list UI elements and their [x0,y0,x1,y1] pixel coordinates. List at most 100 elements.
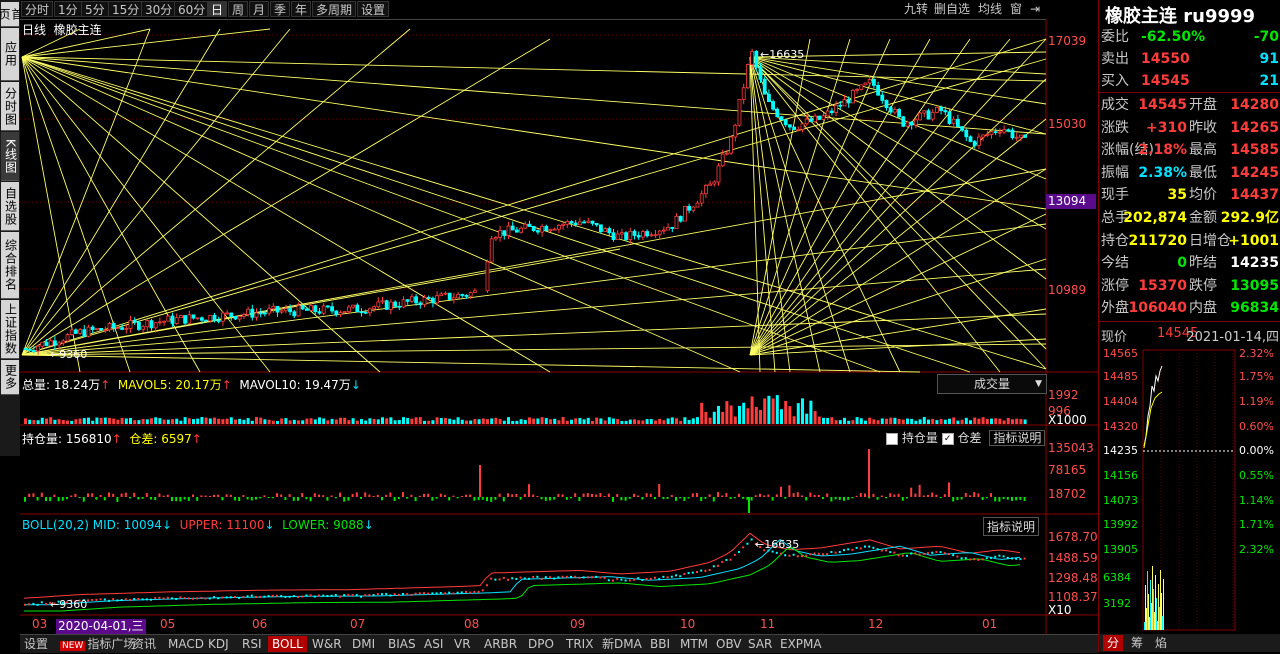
indicator-tab-18[interactable]: OBV [712,636,746,652]
quote-grid-value: 15370 [1138,277,1187,294]
left-nav-item-5[interactable]: 综合排名 [1,232,19,299]
month-tick-12: 12 [868,617,883,631]
period-tab-0[interactable]: 分时 [21,1,54,17]
chart-instrument-name: 橡胶主连 [53,23,102,37]
mini-axis-right-5: 0.55% [1239,469,1274,482]
quote-grid-value-2: 14585 [1230,142,1279,159]
indicator-tab-7[interactable]: W&R [308,636,346,652]
quote-tab-1[interactable]: 筹 [1127,635,1147,651]
now-price-date: 2021-01-14,四 [1186,330,1279,345]
quote-grid-row-2: 涨幅(结) 2.18% 最高 14585 [1101,139,1279,161]
quote-grid-value: +310 [1146,119,1187,136]
quote-grid-key: 振幅 [1101,164,1129,181]
oi-diff-value: 仓差: 6597 [129,432,192,446]
period-tab-1[interactable]: 1分 [54,1,82,17]
diff-checkbox-label: 仓差 [957,431,982,445]
indicator-tab-2[interactable]: 资讯 [128,636,160,652]
left-nav-item-7[interactable]: 更多 [1,360,19,395]
period-tab-4[interactable]: 30分 [141,1,177,17]
axis-label-9: 1678.70 [1048,530,1098,544]
indicator-tab-19[interactable]: SAR [744,636,776,652]
quote-row-0: 委比 -62.50% -70 [1101,26,1279,48]
quote-grid-row-8: 涨停 15370 跌停 13095 [1101,275,1279,297]
tool-1[interactable]: 删自选 [934,1,970,17]
indicator-tab-5[interactable]: RSI [238,636,266,652]
quote-grid-key: 持仓 [1101,232,1129,249]
boll-lower: LOWER: 9088 [282,518,364,532]
quote-grid-key-2: 昨结 [1189,255,1217,272]
period-toolbar: 分时 1分 5分 15分 30分 60分日周月季年多周期 设置 [20,0,1046,20]
period-tab-3[interactable]: 15分 [108,1,144,17]
indicator-tab-1[interactable]: NEW 指标广场 [56,636,139,652]
quote-tab-0[interactable]: 分 [1103,635,1124,651]
mini-axis-left-1: 14485 [1103,370,1138,383]
mini-axis-left-8: 13905 [1103,543,1138,556]
indicator-tab-4[interactable]: KDJ [204,636,233,652]
indicator-tab-15[interactable]: 新DMA [598,636,646,652]
tool-2[interactable]: 均线 [978,1,1002,17]
quote-bottom-tabs: 分筹焰 [1099,634,1280,652]
indicator-tab-12[interactable]: ARBR [480,636,521,652]
boll-mid: BOLL(20,2) MID: 10094 [22,518,162,532]
period-tab-8[interactable]: 月 [249,1,270,17]
quote-grid-key-2: 金额 [1189,210,1217,226]
period-tab-12[interactable]: 设置 [357,1,390,17]
month-tick-07: 07 [350,617,365,631]
indicator-tab-16[interactable]: BBI [646,636,674,652]
oi-help-button[interactable]: 指标说明 [989,430,1046,446]
tool-0[interactable]: 九转 [904,1,928,17]
kline-chart-area[interactable]: ←16635←9360←16635←936003 05 06 07 08 09 10 11 12… [20,19,1098,634]
mavol5-value: MAVOL5: 20.17万 [117,378,222,392]
period-tab-11[interactable]: 多周期 [312,1,357,17]
quote-tab-2[interactable]: 焰 [1151,635,1171,651]
period-tab-2[interactable]: 5分 [81,1,109,17]
period-tab-10[interactable]: 年 [291,1,312,17]
oi-checkbox[interactable] [886,432,898,445]
left-nav-item-3[interactable]: K线图 [1,132,19,181]
indicator-tab-17[interactable]: MTM [676,636,712,652]
indicator-tab-6[interactable]: BOLL [268,636,307,652]
collapse-icon[interactable]: ⇥ [1030,1,1040,17]
diff-checkbox[interactable]: ✓ [941,432,954,445]
indicator-tab-9[interactable]: BIAS [384,636,420,652]
indicator-tab-3[interactable]: MACD [164,636,208,652]
period-tab-5[interactable]: 60分 [174,1,210,17]
boll-help-button[interactable]: 指标说明 [983,517,1040,536]
indicator-tab-11[interactable]: VR [450,636,475,652]
toolbar-right-tools: 九转 删自选 均线窗 ⇥ [900,0,1046,19]
indicator-tab-0[interactable]: 设置 [20,636,52,652]
left-nav-item-4[interactable]: 自选股 [1,182,19,231]
quote-grid-key-2: 内盘 [1189,300,1217,317]
axis-label-10: 1488.59 [1048,551,1098,565]
left-nav-item-1[interactable]: 应用 [1,28,19,81]
intraday-mini-chart[interactable]: 14565 14485 14404 14320 14235 14156 14073 13992… [1099,346,1280,634]
chevron-down-icon: ▼ [1035,379,1042,389]
indicator-tab-13[interactable]: DPO [524,636,558,652]
mini-axis-left-2: 14404 [1103,395,1138,408]
quote-value-2: 91 [1259,51,1279,67]
indicator-tab-14[interactable]: TRIX [562,636,597,652]
period-tab-7[interactable]: 周 [228,1,249,17]
indicator-dropdown-label: 成交量 [973,377,1010,391]
indicator-tab-10[interactable]: ASI [420,636,447,652]
quote-grid-value: 0 [1177,255,1187,272]
axis-label-7: 78165 [1048,463,1087,477]
quote-row-1: 卖出 14550 91 [1101,48,1279,70]
axis-label-3: 1992 [1048,388,1079,402]
left-nav-item-2[interactable]: 分时图 [1,82,19,131]
indicator-dropdown[interactable]: 成交量 ▼ [937,374,1047,394]
indicator-tab-bar: 设置 NEW 指标广场 资讯 MACD KDJ RSI BOLL W&R DMI BIAS ASI VR… [20,634,1098,653]
quote-grid-value: 2.38% [1138,164,1187,181]
indicator-tab-8[interactable]: DMI [348,636,379,652]
period-tab-6[interactable]: 日 [207,1,228,17]
mini-axis-left-9: 6384 [1103,571,1131,584]
boll-legend: BOLL(20,2) MID: 10094↓ UPPER: 11100↓ LOW… [22,518,374,532]
current-price-tag: 13094 [1046,194,1096,209]
tool-3[interactable]: 窗 [1010,1,1022,17]
period-tab-9[interactable]: 季 [270,1,291,17]
indicator-tab-20[interactable]: EXPMA [776,636,826,652]
left-nav-item-0[interactable]: 首页 [0,2,24,27]
chart-period-label: 日线 [22,23,47,37]
quote-grid-row-4: 现手 35 均价 14437 [1101,184,1279,206]
left-nav-item-6[interactable]: 上证指数 [1,300,19,359]
